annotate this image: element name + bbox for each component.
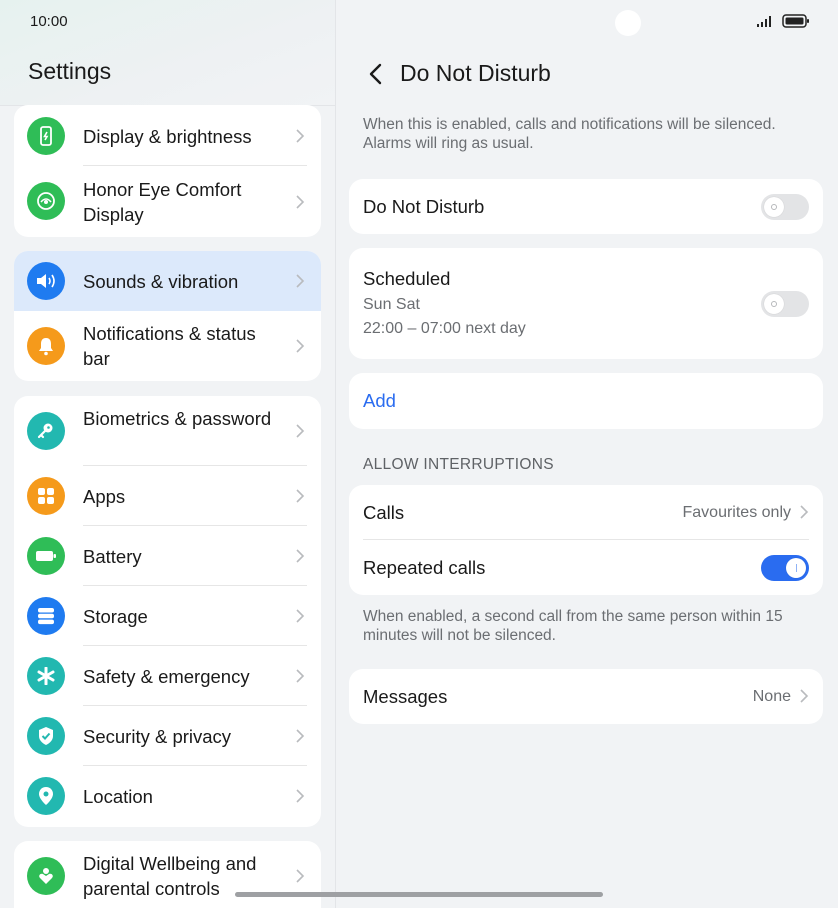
- sidebar-item-label: Location: [83, 786, 153, 807]
- key-icon: [27, 412, 65, 450]
- camera-cutout: [615, 10, 641, 36]
- settings-group-wellbeing: Digital Wellbeing and parental controls: [14, 841, 321, 908]
- home-indicator[interactable]: [235, 892, 603, 897]
- scheduled-row[interactable]: Scheduled Sun Sat 22:00 – 07:00 next day: [349, 248, 823, 359]
- settings-group-sound: Sounds & vibration Notifications & statu…: [14, 251, 321, 381]
- settings-list-pane: 10:00 Settings Display & brightness Hono…: [0, 0, 336, 908]
- chevron-right-icon: [296, 274, 305, 288]
- sidebar-item-label: Apps: [83, 486, 126, 507]
- calls-value: Favourites only: [682, 504, 792, 521]
- scheduled-days: Sun Sat: [363, 296, 420, 313]
- sidebar-item-label: Storage: [83, 606, 148, 627]
- messages-value: None: [752, 688, 791, 705]
- sidebar-item-apps[interactable]: Apps: [14, 466, 321, 526]
- location-pin-icon: [27, 777, 65, 815]
- chevron-right-icon: [296, 869, 305, 883]
- status-time: 10:00: [30, 13, 68, 30]
- interruptions-group: Calls Favourites only Repeated calls: [349, 485, 823, 595]
- sidebar-item-label: Safety & emergency: [83, 666, 250, 687]
- sidebar-item-battery[interactable]: Battery: [14, 526, 321, 586]
- sidebar-item-location[interactable]: Location: [14, 766, 321, 827]
- add-schedule-button[interactable]: Add: [363, 390, 396, 412]
- messages-label: Messages: [363, 686, 448, 707]
- sidebar-item-eye-comfort[interactable]: Honor Eye Comfort Display: [14, 166, 321, 237]
- sidebar-item-security-privacy[interactable]: Security & privacy: [14, 706, 321, 766]
- scheduled-label: Scheduled: [363, 268, 451, 289]
- chevron-right-icon: [296, 339, 305, 353]
- messages-row[interactable]: Messages None: [349, 669, 823, 724]
- repeated-calls-description: When enabled, a second call from the sam…: [363, 608, 783, 644]
- dnd-toggle[interactable]: [761, 194, 809, 220]
- chevron-right-icon: [296, 669, 305, 683]
- chevron-right-icon: [296, 549, 305, 563]
- apps-grid-icon: [27, 477, 65, 515]
- sidebar-item-notifications[interactable]: Notifications & status bar: [14, 311, 321, 381]
- settings-group-display: Display & brightness Honor Eye Comfort D…: [14, 105, 321, 237]
- scheduled-time: 22:00 – 07:00 next day: [363, 320, 526, 337]
- sidebar-item-label: Sounds & vibration: [83, 271, 239, 292]
- storage-icon: [27, 597, 65, 635]
- page-title: Settings: [28, 58, 112, 84]
- add-schedule-row[interactable]: Add: [349, 373, 823, 429]
- chevron-right-icon: [296, 424, 305, 438]
- battery-icon: [27, 537, 65, 575]
- sidebar-item-label: Battery: [83, 546, 142, 567]
- repeated-calls-row[interactable]: Repeated calls: [349, 540, 823, 595]
- sidebar-item-display-brightness[interactable]: Display & brightness: [14, 105, 321, 166]
- chevron-right-icon: [296, 489, 305, 503]
- settings-screen: 10:00 Settings Display & brightness Hono…: [0, 0, 838, 908]
- page-title: Do Not Disturb: [400, 60, 551, 86]
- sidebar-item-storage[interactable]: Storage: [14, 586, 321, 646]
- wellbeing-icon: [27, 857, 65, 895]
- back-arrow-icon[interactable]: [366, 62, 386, 86]
- sidebar-item-digital-wellbeing[interactable]: Digital Wellbeing and parental controls: [14, 841, 321, 908]
- chevron-right-icon: [800, 505, 809, 519]
- chevron-right-icon: [296, 129, 305, 143]
- sidebar-item-label: Biometrics & password: [83, 408, 272, 429]
- sidebar-item-safety-emergency[interactable]: Safety & emergency: [14, 646, 321, 706]
- repeated-calls-label: Repeated calls: [363, 557, 486, 578]
- battery-status-icon: [782, 14, 809, 28]
- asterisk-icon: [27, 657, 65, 695]
- dnd-toggle-row[interactable]: Do Not Disturb: [349, 179, 823, 234]
- chevron-right-icon: [800, 689, 809, 703]
- display-brightness-icon: [27, 117, 65, 155]
- sidebar-item-label: Display & brightness: [83, 126, 252, 147]
- sidebar-item-sounds-vibration[interactable]: Sounds & vibration: [14, 251, 321, 311]
- eye-comfort-icon: [27, 182, 65, 220]
- repeated-calls-toggle[interactable]: [761, 555, 809, 581]
- settings-group-system: Biometrics & password Apps Battery Stora…: [14, 396, 321, 827]
- sidebar-item-biometrics[interactable]: Biometrics & password: [14, 396, 321, 466]
- detail-pane: Do Not Disturb When this is enabled, cal…: [336, 0, 838, 908]
- bell-icon: [27, 327, 65, 365]
- speaker-icon: [27, 262, 65, 300]
- sidebar-item-label: Honor Eye Comfort Display: [83, 179, 242, 225]
- sidebar-item-label: Security & privacy: [83, 726, 232, 747]
- dnd-description: When this is enabled, calls and notifica…: [363, 116, 776, 152]
- status-icons: [756, 14, 810, 28]
- section-header: ALLOW INTERRUPTIONS: [363, 456, 554, 473]
- signal-icon: [757, 16, 771, 27]
- dnd-label: Do Not Disturb: [363, 196, 485, 217]
- chevron-right-icon: [296, 789, 305, 803]
- chevron-right-icon: [296, 729, 305, 743]
- chevron-right-icon: [296, 609, 305, 623]
- shield-icon: [27, 717, 65, 755]
- scheduled-toggle[interactable]: [761, 291, 809, 317]
- calls-label: Calls: [363, 502, 405, 523]
- chevron-right-icon: [296, 195, 305, 209]
- calls-row[interactable]: Calls Favourites only: [349, 485, 823, 540]
- sidebar-item-label: Notifications & status bar: [83, 323, 256, 369]
